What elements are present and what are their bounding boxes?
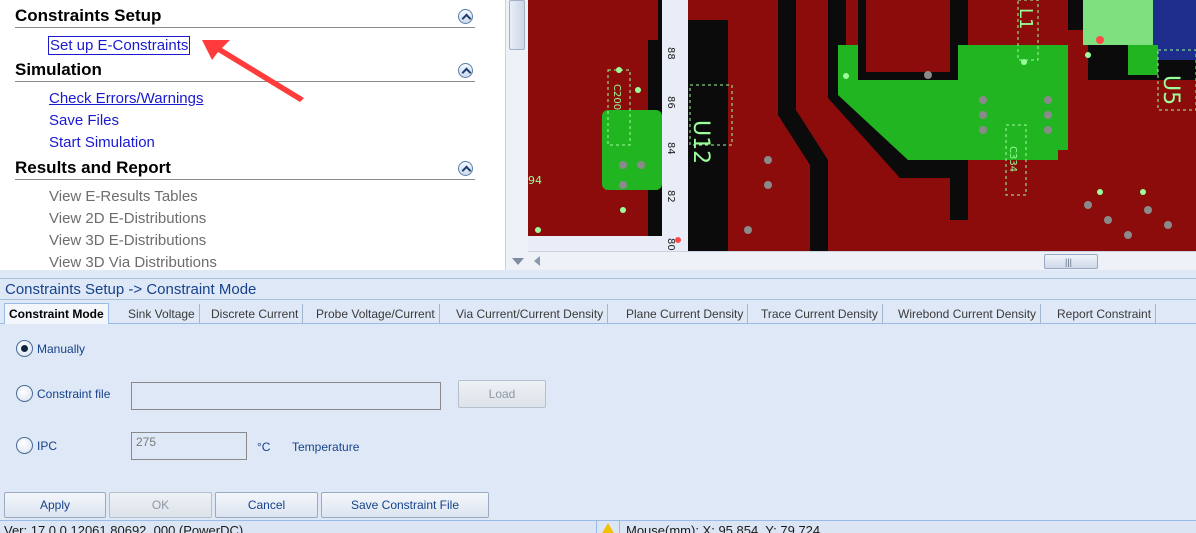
collapse-icon[interactable] bbox=[458, 63, 473, 78]
start-simulation-link[interactable]: Start Simulation bbox=[49, 134, 155, 151]
workflow-vertical-scrollbar[interactable] bbox=[505, 0, 528, 270]
load-button[interactable]: Load bbox=[458, 380, 546, 408]
ruler-tick: 84 bbox=[665, 142, 676, 155]
component-label: U5 bbox=[1158, 75, 1183, 105]
radio-ipc[interactable]: IPC bbox=[16, 437, 57, 454]
ruler-tick: 86 bbox=[665, 96, 676, 109]
warning-icon bbox=[601, 523, 615, 533]
ipc-temperature-input[interactable]: 275 bbox=[131, 432, 247, 460]
view-e-results-tables-item: View E-Results Tables bbox=[49, 188, 198, 205]
cancel-button[interactable]: Cancel bbox=[215, 492, 318, 518]
constraint-file-path-input[interactable] bbox=[131, 382, 441, 410]
section-title: Constraints Setup bbox=[15, 6, 162, 25]
component-label: 94 bbox=[528, 174, 542, 187]
view-3d-via-distributions-item: View 3D Via Distributions bbox=[49, 254, 217, 270]
temperature-unit: °C bbox=[257, 440, 271, 454]
apply-button[interactable]: Apply bbox=[4, 492, 106, 518]
workflow-panel: Constraints Setup Set up E-Constraints S… bbox=[0, 0, 505, 270]
section-results-report: Results and Report bbox=[15, 158, 475, 180]
scrollbar-thumb[interactable]: ||| bbox=[1044, 254, 1098, 269]
section-title: Results and Report bbox=[15, 158, 171, 177]
version-status: Ver: 17.0.0.12061.80692 .000 (PowerDC) bbox=[4, 523, 244, 533]
component-label: C334 bbox=[1007, 146, 1018, 172]
status-divider bbox=[596, 521, 597, 533]
tab-probe-voltage-current[interactable]: Probe Voltage/Current bbox=[312, 304, 440, 324]
ruler-tick: 82 bbox=[665, 190, 676, 203]
tab-discrete-current[interactable]: Discrete Current bbox=[207, 304, 304, 324]
scroll-down-icon[interactable] bbox=[512, 258, 524, 265]
component-label: U12 bbox=[688, 120, 713, 164]
scrollbar-thumb[interactable] bbox=[509, 0, 525, 50]
tab-report-constraint[interactable]: Report Constraint bbox=[1053, 304, 1157, 324]
collapse-icon[interactable] bbox=[458, 9, 473, 24]
tab-constraint-mode[interactable]: Constraint Mode bbox=[4, 303, 109, 325]
tab-via-current-density[interactable]: Via Current/Current Density bbox=[452, 304, 609, 324]
radio-manually[interactable]: Manually bbox=[16, 340, 85, 357]
ruler-tick: 80 bbox=[665, 238, 676, 251]
status-bar: Ver: 17.0.0.12061.80692 .000 (PowerDC) M… bbox=[0, 520, 1196, 533]
set-up-e-constraints-link[interactable]: Set up E-Constraints bbox=[48, 36, 191, 55]
ok-button[interactable]: OK bbox=[109, 492, 212, 518]
check-errors-warnings-link[interactable]: Check Errors/Warnings bbox=[49, 90, 203, 107]
pcb-drawing: 88 86 84 82 80 U12 U5 L1 C200 C334 94 bbox=[528, 0, 1196, 251]
tab-sink-voltage[interactable]: Sink Voltage bbox=[124, 304, 200, 324]
collapse-icon[interactable] bbox=[458, 161, 473, 176]
pcb-horizontal-scrollbar[interactable]: ||| bbox=[528, 251, 1196, 270]
radio-button[interactable] bbox=[16, 385, 33, 402]
section-constraints-setup: Constraints Setup bbox=[15, 6, 475, 28]
status-divider bbox=[619, 521, 620, 533]
section-title: Simulation bbox=[15, 60, 102, 79]
tab-wirebond-current-density[interactable]: Wirebond Current Density bbox=[894, 304, 1042, 324]
radio-button[interactable] bbox=[16, 437, 33, 454]
mouse-coordinates-status: Mouse(mm): X: 95.854, Y: 79.724 bbox=[626, 523, 821, 533]
save-files-link[interactable]: Save Files bbox=[49, 112, 119, 129]
tab-plane-current-density[interactable]: Plane Current Density bbox=[622, 304, 749, 324]
radio-label: Manually bbox=[37, 341, 86, 356]
pcb-layout-canvas[interactable]: 88 86 84 82 80 U12 U5 L1 C200 C334 94 bbox=[528, 0, 1196, 251]
constraint-mode-content: Manually Constraint file Load IPC 275 °C… bbox=[0, 324, 1196, 518]
component-label: L1 bbox=[1015, 8, 1036, 29]
ruler-tick: 88 bbox=[665, 47, 676, 60]
scroll-left-icon[interactable] bbox=[534, 256, 540, 266]
constraint-tab-bar: Constraint Mode Sink Voltage Discrete Cu… bbox=[0, 302, 1196, 325]
view-3d-e-distributions-item: View 3D E-Distributions bbox=[49, 232, 207, 249]
radio-button-checked[interactable] bbox=[16, 340, 33, 357]
annotation-arrow-icon bbox=[202, 40, 304, 102]
component-label: C200 bbox=[611, 84, 622, 110]
panel-title: Constraints Setup -> Constraint Mode bbox=[0, 278, 1196, 300]
tab-trace-current-density[interactable]: Trace Current Density bbox=[757, 304, 883, 324]
radio-constraint-file[interactable]: Constraint file bbox=[16, 385, 110, 402]
radio-label: IPC bbox=[37, 438, 58, 453]
save-constraint-file-button[interactable]: Save Constraint File bbox=[321, 492, 489, 518]
temperature-label: Temperature bbox=[292, 440, 360, 454]
radio-label: Constraint file bbox=[37, 386, 111, 401]
view-2d-e-distributions-item: View 2D E-Distributions bbox=[49, 210, 207, 227]
